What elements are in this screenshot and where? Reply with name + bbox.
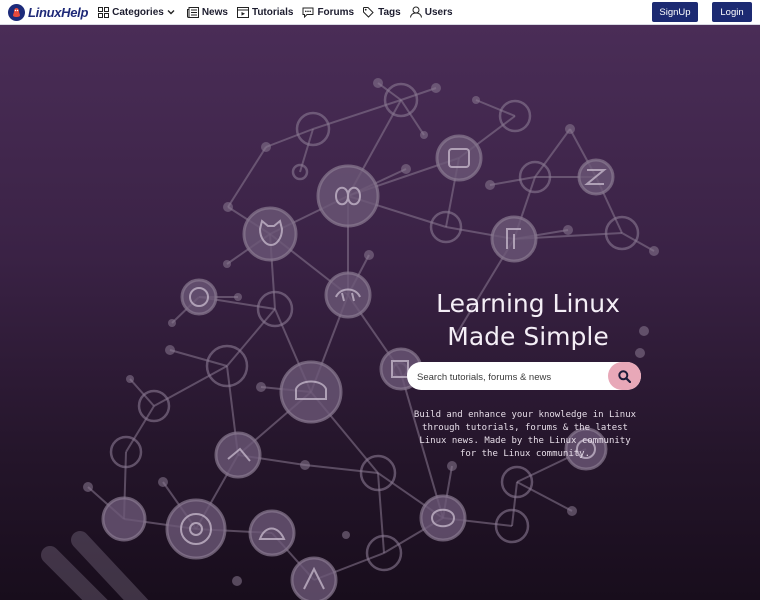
grid-icon bbox=[98, 6, 110, 18]
video-icon bbox=[236, 6, 249, 18]
hero-title: Learning Linux Made Simple bbox=[418, 287, 638, 353]
nav-tutorials[interactable]: Tutorials bbox=[236, 6, 294, 18]
search-icon bbox=[618, 369, 631, 383]
nav-tags-label: Tags bbox=[378, 6, 401, 18]
nav-categories-label: Categories bbox=[112, 6, 164, 18]
signup-button[interactable]: SignUp bbox=[652, 2, 698, 22]
login-button[interactable]: Login bbox=[712, 2, 752, 22]
nav-forums-label: Forums bbox=[317, 6, 355, 18]
hero-title-line2: Made Simple bbox=[447, 322, 609, 351]
nav-news[interactable]: News bbox=[186, 6, 228, 18]
brand-name: LinuxHelp bbox=[28, 4, 89, 20]
hero-description: Build and enhance your knowledge in Linu… bbox=[413, 410, 637, 459]
nav-tutorials-label: Tutorials bbox=[251, 6, 294, 18]
chevron-down-icon bbox=[167, 10, 175, 15]
chat-icon bbox=[302, 7, 314, 18]
hero-title-line1: Learning Linux bbox=[436, 289, 620, 318]
nav-news-label: News bbox=[201, 6, 228, 18]
nav-tags[interactable]: Tags bbox=[363, 6, 401, 18]
nav-categories[interactable]: Categories bbox=[98, 6, 178, 18]
brand-logo[interactable]: LinuxHelp bbox=[8, 3, 89, 21]
nav-users[interactable]: Users bbox=[409, 6, 453, 18]
nav-forums[interactable]: Forums bbox=[302, 7, 354, 18]
user-icon bbox=[409, 6, 422, 18]
tags-icon bbox=[363, 6, 374, 18]
hero-section: Learning Linux Made Simple Build and enh… bbox=[0, 25, 760, 600]
search-bar bbox=[407, 362, 641, 392]
newspaper-icon bbox=[186, 6, 199, 18]
top-navbar: LinuxHelp Categories News Tutorials Foru… bbox=[0, 0, 760, 25]
search-input[interactable] bbox=[415, 362, 609, 392]
nav-users-label: Users bbox=[424, 6, 453, 18]
search-button[interactable] bbox=[608, 362, 641, 390]
penguin-logo-icon bbox=[8, 3, 25, 21]
distro-network-illustration bbox=[41, 78, 659, 600]
